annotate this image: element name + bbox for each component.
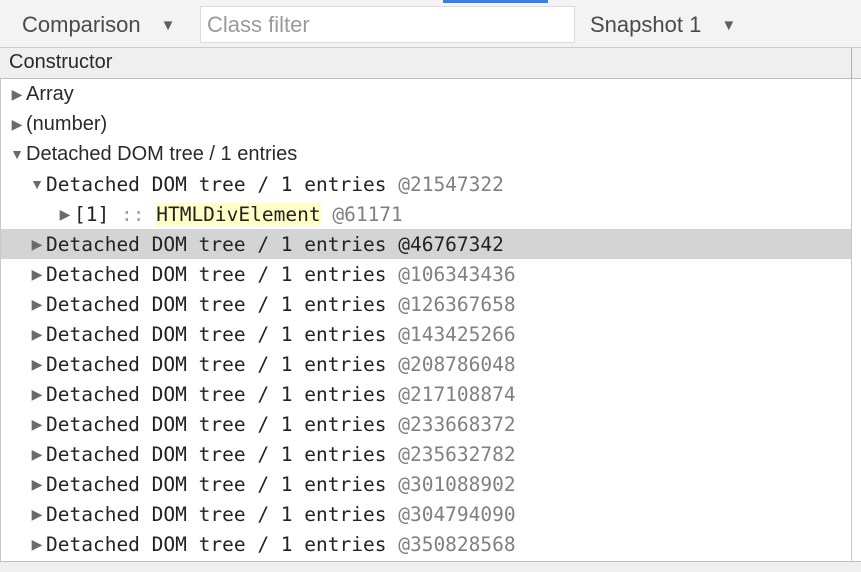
tree-row-instance[interactable]: ▶ Detached DOM tree / 1 entries @35082856… <box>1 529 851 559</box>
instance-label: Detached DOM tree / 1 entries <box>46 502 387 526</box>
instance-label: Detached DOM tree / 1 entries <box>46 472 387 496</box>
instance-label: Detached DOM tree / 1 entries <box>46 262 387 286</box>
collapse-triangle-icon[interactable]: ▼ <box>28 176 46 192</box>
snapshot-label: Snapshot 1 <box>590 12 702 37</box>
object-id: @46767342 <box>398 232 504 256</box>
instance-label: Detached DOM tree / 1 entries <box>46 352 387 376</box>
object-id: @304794090 <box>398 502 516 526</box>
object-id: @217108874 <box>398 382 516 406</box>
object-id: @208786048 <box>398 352 516 376</box>
tree-row-instance[interactable]: ▶ Detached DOM tree / 1 entries @12636765… <box>1 289 851 319</box>
instance-label: Detached DOM tree / 1 entries <box>46 412 387 436</box>
tree-row-instance[interactable]: ▼ Detached DOM tree / 1 entries @2154732… <box>1 169 851 199</box>
constructor-tree: ▶ Array ▶ (number) ▼ Detached DOM tree /… <box>1 79 851 559</box>
column-divider <box>851 79 852 561</box>
expand-triangle-icon[interactable]: ▶ <box>28 386 46 403</box>
collapse-triangle-icon[interactable]: ▼ <box>8 146 26 162</box>
child-class-name: HTMLDivElement <box>156 202 321 226</box>
tree-row-instance[interactable]: ▶ Detached DOM tree / 1 entries @23366837… <box>1 409 851 439</box>
column-header-constructor[interactable]: Constructor <box>9 51 112 74</box>
tree-row-instance[interactable]: ▶ Detached DOM tree / 1 entries @10634343… <box>1 259 851 289</box>
tree-row-instance[interactable]: ▶ Detached DOM tree / 1 entries @20878604… <box>1 349 851 379</box>
expand-triangle-icon[interactable]: ▶ <box>8 116 26 133</box>
instance-label: Detached DOM tree / 1 entries <box>46 172 387 196</box>
expand-triangle-icon[interactable]: ▶ <box>28 266 46 283</box>
chevron-down-icon: ▼ <box>721 16 737 34</box>
separator: :: <box>120 202 145 226</box>
expand-triangle-icon[interactable]: ▶ <box>28 506 46 523</box>
expand-triangle-icon[interactable]: ▶ <box>28 416 46 433</box>
object-id: @106343436 <box>398 262 516 286</box>
tree-row-instance[interactable]: ▶ Detached DOM tree / 1 entries @46767342 <box>1 229 851 259</box>
tree-row-instance[interactable]: ▶ Detached DOM tree / 1 entries @14342526… <box>1 319 851 349</box>
tree-row-detached-dom-tree[interactable]: ▼ Detached DOM tree / 1 entries <box>1 139 851 169</box>
active-tab-indicator <box>443 0 548 3</box>
tree-row-instance[interactable]: ▶ Detached DOM tree / 1 entries @30479409… <box>1 499 851 529</box>
snapshot-dropdown[interactable]: Snapshot 1 ▼ <box>590 8 736 42</box>
instance-label: Detached DOM tree / 1 entries <box>46 532 387 556</box>
constructor-name: Detached DOM tree / 1 entries <box>26 142 298 165</box>
expand-triangle-icon[interactable]: ▶ <box>56 206 74 223</box>
expand-triangle-icon[interactable]: ▶ <box>28 356 46 373</box>
tree-row-number[interactable]: ▶ (number) <box>1 109 851 139</box>
view-mode-label: Comparison <box>22 12 141 37</box>
object-id: @350828568 <box>398 532 516 556</box>
constructor-name: (number) <box>26 112 108 135</box>
expand-triangle-icon[interactable]: ▶ <box>28 236 46 253</box>
expand-triangle-icon[interactable]: ▶ <box>28 296 46 313</box>
column-resizer[interactable] <box>851 48 852 79</box>
expand-triangle-icon[interactable]: ▶ <box>28 446 46 463</box>
tree-row-instance[interactable]: ▶ Detached DOM tree / 1 entries @30108890… <box>1 469 851 499</box>
object-id: @143425266 <box>398 322 516 346</box>
chevron-down-icon: ▼ <box>160 16 176 34</box>
class-filter-input[interactable] <box>200 6 575 43</box>
child-index: [1] <box>74 202 110 226</box>
constructor-name: Array <box>26 82 74 105</box>
instance-label: Detached DOM tree / 1 entries <box>46 292 387 316</box>
object-id: @21547322 <box>398 172 504 196</box>
object-id: @126367658 <box>398 292 516 316</box>
tree-row-array[interactable]: ▶ Array <box>1 79 851 109</box>
object-id: @301088902 <box>398 472 516 496</box>
object-id: @233668372 <box>398 412 516 436</box>
view-mode-dropdown[interactable]: Comparison ▼ <box>22 8 175 42</box>
instance-label: Detached DOM tree / 1 entries <box>46 382 387 406</box>
object-id: @61171 <box>332 202 403 226</box>
instance-label: Detached DOM tree / 1 entries <box>46 442 387 466</box>
tree-row-instance[interactable]: ▶ Detached DOM tree / 1 entries @21710887… <box>1 379 851 409</box>
table-header: Constructor <box>0 48 861 79</box>
expand-triangle-icon[interactable]: ▶ <box>8 86 26 103</box>
toolbar: Comparison ▼ Snapshot 1 ▼ <box>0 0 861 48</box>
object-id: @235632782 <box>398 442 516 466</box>
expand-triangle-icon[interactable]: ▶ <box>28 476 46 493</box>
tree-row-retainer-child[interactable]: ▶ [1] :: HTMLDivElement @61171 <box>1 199 851 229</box>
bottom-pane-divider[interactable] <box>0 561 861 572</box>
instance-label: Detached DOM tree / 1 entries <box>46 322 387 346</box>
expand-triangle-icon[interactable]: ▶ <box>28 536 46 553</box>
tree-row-instance[interactable]: ▶ Detached DOM tree / 1 entries @23563278… <box>1 439 851 469</box>
expand-triangle-icon[interactable]: ▶ <box>28 326 46 343</box>
instance-label: Detached DOM tree / 1 entries <box>46 232 387 256</box>
